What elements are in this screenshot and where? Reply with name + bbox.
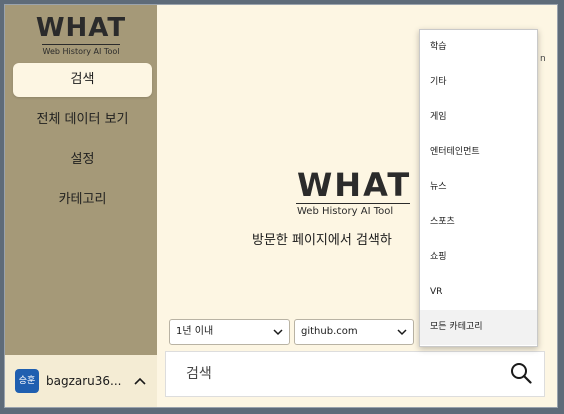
domain-select[interactable]: github.com (294, 319, 414, 345)
background-window-text: n (540, 54, 546, 64)
search-input[interactable]: 검색 (186, 352, 212, 396)
brand-divider (42, 44, 120, 45)
app-window: WHAT Web History AI Tool 검색 전체 데이터 보기 설정… (4, 4, 558, 408)
search-box[interactable]: 검색 (165, 351, 545, 397)
brand-logo: WHAT Web History AI Tool (5, 13, 157, 56)
chevron-down-icon (273, 320, 283, 353)
category-option-vr[interactable]: VR (420, 275, 537, 310)
avatar: 승훈 (15, 369, 39, 393)
period-select[interactable]: 1년 이내 (169, 319, 290, 345)
category-option-entertainment[interactable]: 엔터테인먼트 (420, 135, 537, 170)
chevron-down-icon (397, 320, 407, 353)
category-option-sports[interactable]: 스포츠 (420, 205, 537, 240)
category-dropdown-menu: 학습 기타 게임 엔터테인먼트 뉴스 스포츠 쇼핑 VR 모든 카테고리 (419, 29, 538, 347)
chevron-up-icon[interactable] (133, 374, 146, 388)
user-account-button[interactable]: 승훈 bagzaru36... (5, 355, 157, 407)
brand-title: WHAT (35, 13, 127, 43)
hero-tagline: 방문한 페이지에서 검색하 (252, 233, 392, 248)
category-option-study[interactable]: 학습 (420, 30, 537, 65)
category-option-etc[interactable]: 기타 (420, 65, 537, 100)
sidebar-item-category[interactable]: 카테고리 (13, 183, 152, 217)
category-option-news[interactable]: 뉴스 (420, 170, 537, 205)
sidebar-item-search[interactable]: 검색 (13, 63, 152, 97)
domain-select-value: github.com (301, 326, 358, 337)
category-option-shopping[interactable]: 쇼핑 (420, 240, 537, 275)
period-select-value: 1년 이내 (176, 326, 214, 337)
sidebar-item-settings[interactable]: 설정 (13, 143, 152, 177)
brand-subtitle: Web History AI Tool (42, 47, 120, 56)
category-option-game[interactable]: 게임 (420, 100, 537, 135)
search-icon[interactable] (510, 362, 532, 384)
sidebar: WHAT Web History AI Tool 검색 전체 데이터 보기 설정… (5, 5, 157, 407)
category-option-all[interactable]: 모든 카테고리 (420, 310, 537, 345)
sidebar-item-all-data[interactable]: 전체 데이터 보기 (13, 103, 152, 137)
user-name: bagzaru36... (46, 374, 122, 388)
